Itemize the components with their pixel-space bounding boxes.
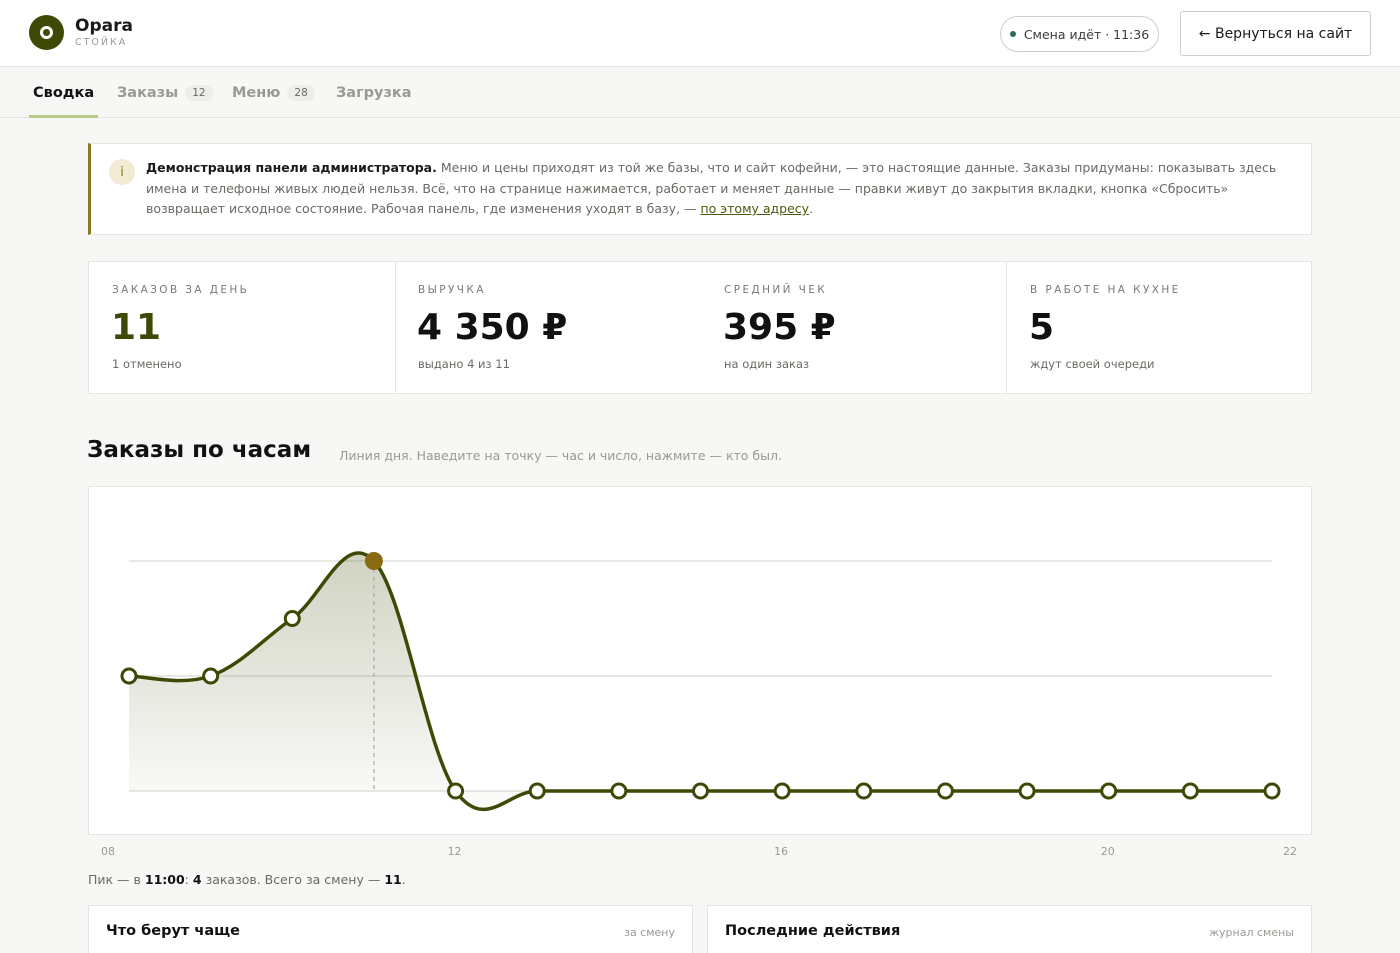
data-point[interactable] bbox=[1181, 782, 1199, 800]
stat-value: 5 bbox=[1029, 307, 1055, 348]
shift-status-text: Смена идёт · 11:36 bbox=[1023, 26, 1150, 42]
peak-prefix: Пик — в bbox=[88, 872, 141, 887]
data-point[interactable] bbox=[1100, 782, 1118, 800]
stat-value: 11 bbox=[111, 307, 162, 348]
stat-label: ЗАКАЗОВ ЗА ДЕНЬ bbox=[112, 284, 250, 296]
production-panel-link[interactable]: по этому адресу bbox=[701, 201, 810, 216]
shift-total: 11 bbox=[384, 872, 402, 887]
stat-in-kitchen: В РАБОТЕ НА КУХНЕ 5 ждут своей очереди bbox=[1007, 262, 1312, 393]
area-fill bbox=[129, 552, 1272, 810]
tab-label: Загрузка bbox=[336, 85, 412, 101]
stat-value: 395 ₽ bbox=[723, 307, 836, 348]
data-point[interactable] bbox=[283, 610, 301, 627]
tab-label: Заказы bbox=[117, 85, 179, 101]
brand-subtitle: СТОЙКА bbox=[75, 37, 128, 48]
data-point[interactable] bbox=[1263, 782, 1281, 800]
notice-text: Демонстрация панели администратора. Меню… bbox=[146, 158, 1291, 220]
brand-name: Opara bbox=[75, 16, 133, 36]
tab-label: Меню bbox=[232, 85, 281, 101]
card-hint: за смену bbox=[624, 926, 675, 939]
card-title: Что берут чаще bbox=[106, 923, 240, 939]
tab-count-badge: 12 bbox=[185, 85, 213, 101]
x-tick-label: 16 bbox=[774, 845, 789, 858]
stat-sub: выдано 4 из 11 bbox=[418, 357, 510, 371]
info-icon: i bbox=[109, 159, 135, 185]
stats-panel: ЗАКАЗОВ ЗА ДЕНЬ 11 1 отменено ВЫРУЧКА 4 … bbox=[88, 261, 1312, 394]
peak-summary: Пик — в 11:00: 4 заказов. Всего за смену… bbox=[88, 872, 406, 887]
tab-label: Сводка bbox=[33, 85, 95, 101]
stat-revenue: ВЫРУЧКА 4 350 ₽ выдано 4 из 11 bbox=[395, 262, 701, 393]
stat-label: ВЫРУЧКА bbox=[418, 284, 486, 296]
data-point[interactable] bbox=[120, 667, 138, 685]
data-point[interactable] bbox=[692, 782, 709, 800]
popular-items-card: Что берут чаще за смену bbox=[88, 905, 693, 953]
stat-sub: ждут своей очереди bbox=[1030, 357, 1155, 371]
stat-average-check: СРЕДНИЙ ЧЕК 395 ₽ на один заказ bbox=[701, 262, 1006, 393]
x-tick-label: 12 bbox=[447, 845, 462, 858]
logo-icon bbox=[29, 15, 64, 50]
peak-end: . bbox=[401, 872, 406, 887]
orders-by-hour-chart bbox=[88, 486, 1312, 835]
notice-title: Демонстрация панели администратора. bbox=[146, 160, 437, 175]
peak-count: 4 bbox=[192, 872, 202, 887]
tab-menu[interactable]: Меню 28 bbox=[232, 68, 315, 118]
back-to-site-button[interactable]: ← Вернуться на сайт bbox=[1180, 11, 1371, 56]
stat-value: 4 350 ₽ bbox=[417, 307, 568, 348]
peak-mid: заказов. Всего за смену — bbox=[205, 872, 381, 887]
shift-status-badge: Смена идёт · 11:36 bbox=[1000, 16, 1159, 52]
top-bar: Opara СТОЙКА Смена идёт · 11:36 ← Вернут… bbox=[0, 0, 1400, 67]
demo-notice: i Демонстрация панели администратора. Ме… bbox=[88, 143, 1312, 235]
stat-sub: 1 отменено bbox=[112, 357, 182, 371]
section-hint: Линия дня. Наведите на точку — час и чис… bbox=[339, 448, 782, 463]
peak-hour: 11:00 bbox=[144, 872, 185, 887]
tab-summary[interactable]: Сводка bbox=[28, 68, 99, 118]
data-point[interactable] bbox=[773, 782, 791, 800]
data-point[interactable] bbox=[447, 782, 465, 800]
x-tick-label: 08 bbox=[101, 845, 115, 858]
data-point[interactable] bbox=[610, 782, 628, 800]
chart-canvas bbox=[120, 551, 1281, 812]
stat-label: СРЕДНИЙ ЧЕК bbox=[724, 284, 828, 296]
data-point[interactable] bbox=[202, 667, 220, 685]
brand-text: Opara СТОЙКА bbox=[75, 16, 133, 49]
stat-sub: на один заказ bbox=[724, 357, 810, 371]
peak-colon: : bbox=[184, 872, 189, 887]
data-point[interactable] bbox=[1018, 782, 1036, 800]
peak-point[interactable] bbox=[364, 552, 383, 570]
tab-load[interactable]: Загрузка bbox=[336, 68, 412, 118]
data-point[interactable] bbox=[855, 782, 873, 800]
brand[interactable]: Opara СТОЙКА bbox=[29, 15, 133, 50]
card-title: Последние действия bbox=[725, 923, 901, 939]
tab-orders[interactable]: Заказы 12 bbox=[117, 68, 213, 118]
x-tick-label: 22 bbox=[1283, 845, 1297, 858]
notice-tail: . bbox=[809, 201, 814, 216]
stat-orders-today: ЗАКАЗОВ ЗА ДЕНЬ 11 1 отменено bbox=[89, 262, 395, 393]
data-point[interactable] bbox=[936, 782, 954, 800]
tab-count-badge: 28 bbox=[287, 85, 315, 101]
recent-actions-card: Последние действия журнал смены bbox=[707, 905, 1312, 953]
section-title: Заказы по часам bbox=[87, 437, 312, 463]
card-hint: журнал смены bbox=[1209, 926, 1294, 939]
tab-bar: Сводка Заказы 12 Меню 28 Загрузка bbox=[0, 68, 1400, 118]
status-dot-icon bbox=[1009, 31, 1016, 37]
stat-label: В РАБОТЕ НА КУХНЕ bbox=[1030, 284, 1181, 296]
data-point[interactable] bbox=[528, 782, 546, 800]
x-tick-label: 20 bbox=[1100, 845, 1115, 858]
